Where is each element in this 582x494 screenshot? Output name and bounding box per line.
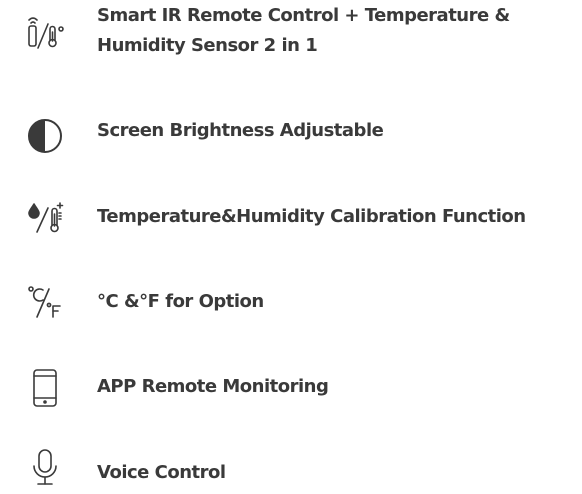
feature-label: °C &°F for Option (97, 291, 264, 312)
feature-label: Voice Control (97, 462, 226, 483)
remote-thermometer-icon (24, 12, 68, 56)
calibration-icon (24, 196, 68, 240)
feature-label-line-1: Smart IR Remote Control + Temperature & (97, 5, 510, 26)
smartphone-icon (24, 365, 68, 409)
feature-label: Smart IR Remote Control + Temperature & … (97, 1, 577, 61)
microphone-icon (24, 446, 68, 490)
celsius-fahrenheit-icon (24, 281, 68, 325)
feature-label-line-2: Humidity Sensor 2 in 1 (97, 35, 318, 56)
brightness-icon (24, 114, 68, 158)
feature-label: Screen Brightness Adjustable (97, 120, 384, 141)
feature-label: Temperature&Humidity Calibration Functio… (97, 206, 526, 227)
feature-list: Smart IR Remote Control + Temperature & … (0, 0, 582, 494)
feature-label: APP Remote Monitoring (97, 376, 329, 397)
